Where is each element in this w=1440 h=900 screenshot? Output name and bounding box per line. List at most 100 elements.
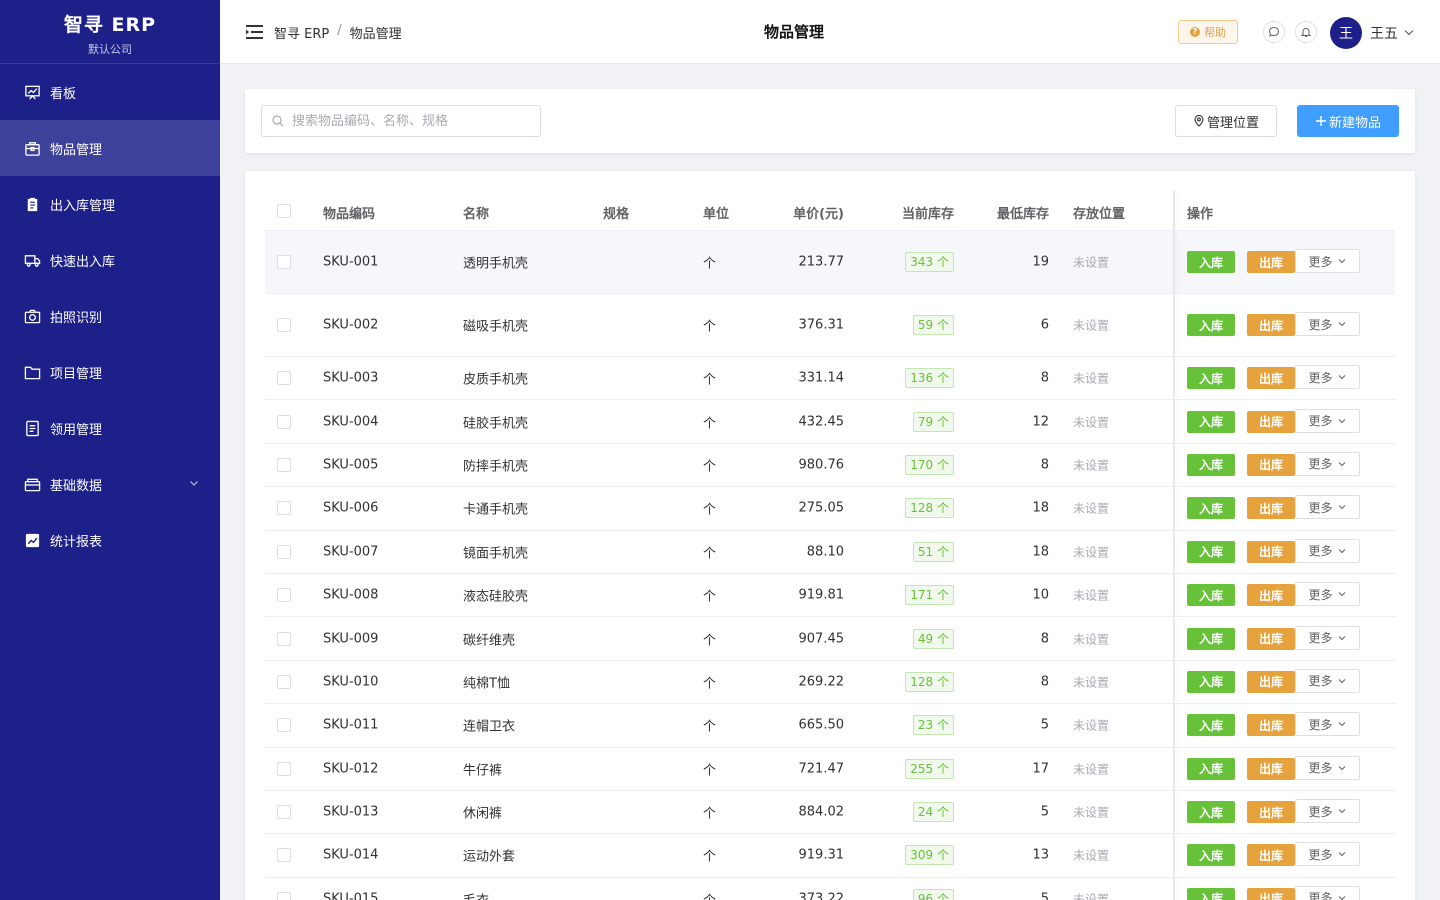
table-row[interactable]: SKU-010 纯棉T恤 个 269.22 128 个 8 未设置 入库 出库 更多 — [265, 660, 1395, 705]
notification-button[interactable] — [1295, 21, 1317, 43]
table-row[interactable]: SKU-002 磁吸手机壳 个 376.31 59 个 6 未设置 入库 出库 更多 — [265, 294, 1395, 357]
table-row[interactable]: SKU-007 镜面手机壳 个 88.10 51 个 18 未设置 入库 出库 更多 — [265, 530, 1395, 574]
more-actions-button[interactable]: 更多 — [1295, 249, 1360, 273]
stock-in-button[interactable]: 入库 — [1187, 670, 1235, 693]
row-checkbox[interactable] — [277, 457, 291, 472]
sidebar-item-projects[interactable]: 项目管理 — [0, 344, 220, 400]
row-checkbox[interactable] — [277, 805, 291, 820]
column-header-unit[interactable]: 单位 — [703, 203, 729, 222]
search-input[interactable] — [292, 113, 532, 129]
row-checkbox[interactable] — [277, 414, 291, 429]
sidebar-item-basic-data[interactable]: 基础数据 — [0, 456, 220, 512]
more-actions-button[interactable]: 更多 — [1295, 538, 1360, 563]
more-actions-button[interactable]: 更多 — [1295, 712, 1360, 737]
stock-out-button[interactable]: 出库 — [1247, 801, 1295, 824]
table-row[interactable]: SKU-001 透明手机壳 个 213.77 343 个 19 未设置 入库 出库 更多 — [265, 231, 1395, 294]
stock-out-button[interactable]: 出库 — [1247, 314, 1295, 336]
stock-out-button[interactable]: 出库 — [1247, 670, 1295, 693]
column-header-price[interactable]: 单价(元) — [793, 203, 844, 222]
stock-in-button[interactable]: 入库 — [1187, 627, 1235, 650]
more-actions-button[interactable]: 更多 — [1295, 885, 1360, 900]
row-checkbox[interactable] — [277, 761, 291, 776]
more-actions-button[interactable]: 更多 — [1295, 668, 1360, 693]
company-name[interactable]: 默认公司 — [0, 41, 220, 57]
avatar[interactable]: 王 — [1330, 17, 1362, 49]
more-actions-button[interactable]: 更多 — [1295, 495, 1360, 520]
stock-out-button[interactable]: 出库 — [1247, 410, 1295, 433]
stock-out-button[interactable]: 出库 — [1247, 584, 1295, 607]
table-row[interactable]: SKU-011 连帽卫衣 个 665.50 23 个 5 未设置 入库 出库 更多 — [265, 704, 1395, 748]
user-name[interactable]: 王五 — [1370, 23, 1398, 43]
sidebar-item-requisition[interactable]: 领用管理 — [0, 400, 220, 456]
stock-out-button[interactable]: 出库 — [1247, 757, 1295, 780]
column-header-location[interactable]: 存放位置 — [1073, 203, 1125, 222]
column-header-name[interactable]: 名称 — [463, 203, 489, 222]
stock-out-button[interactable]: 出库 — [1247, 497, 1295, 520]
stock-out-button[interactable]: 出库 — [1247, 887, 1295, 900]
table-row[interactable]: SKU-015 毛衣 个 373.22 96 个 5 未设置 入库出库 更多 — [265, 877, 1395, 900]
stock-out-button[interactable]: 出库 — [1247, 367, 1295, 390]
stock-in-button[interactable]: 入库 — [1187, 540, 1235, 563]
stock-in-button[interactable]: 入库 — [1187, 410, 1235, 433]
stock-in-button[interactable]: 入库 — [1187, 801, 1235, 824]
stock-in-button[interactable]: 入库 — [1187, 453, 1235, 476]
chevron-down-icon[interactable] — [1403, 26, 1415, 38]
manage-location-button[interactable]: 管理位置 — [1175, 105, 1277, 137]
help-button[interactable]: ? 帮助 — [1178, 20, 1238, 44]
row-checkbox[interactable] — [277, 718, 291, 733]
more-actions-button[interactable]: 更多 — [1295, 755, 1360, 780]
stock-in-button[interactable]: 入库 — [1187, 584, 1235, 607]
table-row[interactable]: SKU-005 防摔手机壳 个 980.76 170 个 8 未设置 入库 出库 更多 — [265, 443, 1395, 488]
row-checkbox[interactable] — [277, 501, 291, 516]
table-row[interactable]: SKU-006 卡通手机壳 个 275.05 128 个 18 未设置 入库 出库 更多 — [265, 487, 1395, 531]
new-item-button[interactable]: 新建物品 — [1297, 105, 1399, 137]
table-row[interactable]: SKU-013 休闲裤 个 884.02 24 个 5 未设置 入库 出库 更多 — [265, 790, 1395, 835]
stock-in-button[interactable]: 入库 — [1187, 757, 1235, 780]
stock-in-button[interactable]: 入库 — [1187, 314, 1235, 336]
stock-out-button[interactable]: 出库 — [1247, 540, 1295, 563]
message-button[interactable] — [1263, 21, 1285, 43]
row-checkbox[interactable] — [277, 674, 291, 689]
sidebar-item-reports[interactable]: 统计报表 — [0, 512, 220, 568]
column-header-code[interactable]: 物品编码 — [323, 203, 375, 222]
more-actions-button[interactable]: 更多 — [1295, 582, 1360, 607]
stock-out-button[interactable]: 出库 — [1247, 844, 1295, 867]
stock-out-button[interactable]: 出库 — [1247, 627, 1295, 650]
column-header-stock[interactable]: 当前库存 — [902, 203, 954, 222]
table-row[interactable]: SKU-009 碳纤维壳 个 907.45 49 个 8 未设置 入库 出库 更多 — [265, 617, 1395, 661]
more-actions-button[interactable]: 更多 — [1295, 625, 1360, 650]
table-row[interactable]: SKU-008 液态硅胶壳 个 919.81 171 个 10 未设置 入库 出库 更多 — [265, 573, 1395, 618]
column-header-spec[interactable]: 规格 — [603, 203, 629, 222]
more-actions-button[interactable]: 更多 — [1295, 365, 1360, 390]
more-actions-button[interactable]: 更多 — [1295, 842, 1360, 867]
row-checkbox[interactable] — [277, 588, 291, 603]
column-header-min-stock[interactable]: 最低库存 — [997, 203, 1049, 222]
stock-in-button[interactable]: 入库 — [1187, 887, 1235, 900]
row-checkbox[interactable] — [277, 891, 291, 900]
select-all-checkbox[interactable] — [277, 203, 291, 218]
stock-in-button[interactable]: 入库 — [1187, 497, 1235, 520]
more-actions-button[interactable]: 更多 — [1295, 451, 1360, 476]
table-row[interactable]: SKU-012 牛仔裤 个 721.47 255 个 17 未设置 入库 出库 更多 — [265, 747, 1395, 791]
stock-out-button[interactable]: 出库 — [1247, 714, 1295, 737]
table-row[interactable]: SKU-003 皮质手机壳 个 331.14 136 个 8 未设置 入库 出库 更多 — [265, 357, 1395, 401]
table-row[interactable]: SKU-014 运动外套 个 919.31 309 个 13 未设置 入库 出库 更多 — [265, 834, 1395, 878]
stock-in-button[interactable]: 入库 — [1187, 714, 1235, 737]
sidebar-item-photo-recognition[interactable]: 拍照识别 — [0, 288, 220, 344]
row-checkbox[interactable] — [277, 318, 291, 332]
stock-in-button[interactable]: 入库 — [1187, 251, 1235, 273]
menu-fold-icon[interactable] — [246, 24, 263, 40]
table-row[interactable]: SKU-004 硅胶手机壳 个 432.45 79 个 12 未设置 入库 出库 更多 — [265, 400, 1395, 444]
sidebar-item-quick-inout[interactable]: 快速出入库 — [0, 232, 220, 288]
sidebar-item-stock-inout[interactable]: 出入库管理 — [0, 176, 220, 232]
stock-in-button[interactable]: 入库 — [1187, 844, 1235, 867]
stock-out-button[interactable]: 出库 — [1247, 251, 1295, 273]
stock-in-button[interactable]: 入库 — [1187, 367, 1235, 390]
sidebar-item-items[interactable]: 物品管理 — [0, 120, 220, 176]
row-checkbox[interactable] — [277, 544, 291, 559]
more-actions-button[interactable]: 更多 — [1295, 312, 1360, 336]
row-checkbox[interactable] — [277, 371, 291, 386]
row-checkbox[interactable] — [277, 255, 291, 269]
stock-out-button[interactable]: 出库 — [1247, 453, 1295, 476]
search-box[interactable] — [261, 105, 541, 137]
